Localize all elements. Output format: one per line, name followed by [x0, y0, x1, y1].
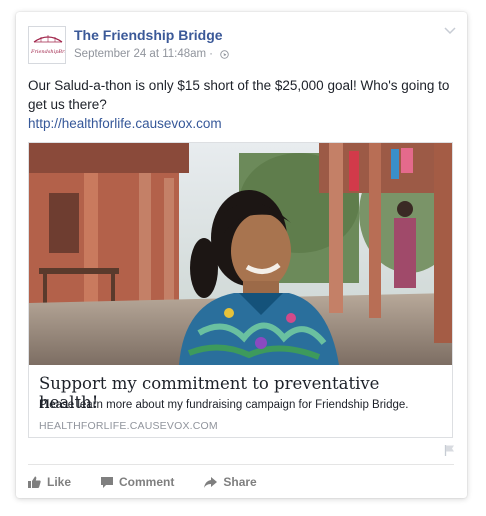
post-meta: September 24 at 11:48am ·: [74, 48, 229, 60]
globe-icon[interactable]: [220, 49, 229, 59]
woman-smiling-photo: [29, 143, 452, 365]
thumbs-up-icon: [28, 476, 41, 488]
attachment-description: Please learn more about my fundraising c…: [39, 399, 409, 411]
avatar-text: FriendshipBridge: [31, 49, 65, 55]
like-button[interactable]: Like: [28, 472, 71, 492]
like-label: Like: [47, 475, 72, 489]
flag-icon[interactable]: [444, 444, 455, 456]
post-message: Our Salud-a-thon is only $15 short of th…: [28, 78, 450, 112]
comment-label: Comment: [119, 475, 175, 489]
page-avatar[interactable]: FriendshipBridge: [28, 26, 66, 64]
attachment-photo[interactable]: [29, 143, 452, 365]
post-header: FriendshipBridge The Friendship Bridge S…: [28, 26, 456, 66]
post-timestamp[interactable]: September 24 at 11:48am: [74, 48, 206, 60]
post-card: FriendshipBridge The Friendship Bridge S…: [16, 12, 467, 498]
post-actions: Like Comment Share: [28, 472, 454, 492]
link-attachment[interactable]: Support my commitment to preventative he…: [28, 142, 453, 438]
chevron-down-icon[interactable]: [444, 26, 456, 38]
share-button[interactable]: Share: [204, 472, 257, 492]
bridge-logo-icon: [33, 35, 63, 43]
comment-icon: [101, 476, 114, 488]
page-name-link[interactable]: The Friendship Bridge: [74, 27, 223, 43]
attachment-domain: HEALTHFORLIFE.CAUSEVOX.COM: [39, 420, 218, 432]
comment-button[interactable]: Comment: [101, 472, 174, 492]
share-icon: [204, 476, 218, 488]
actions-divider: [28, 464, 454, 465]
share-label: Share: [223, 475, 257, 489]
post-link[interactable]: http://healthforlife.causevox.com: [28, 116, 222, 131]
meta-separator: ·: [209, 48, 213, 60]
